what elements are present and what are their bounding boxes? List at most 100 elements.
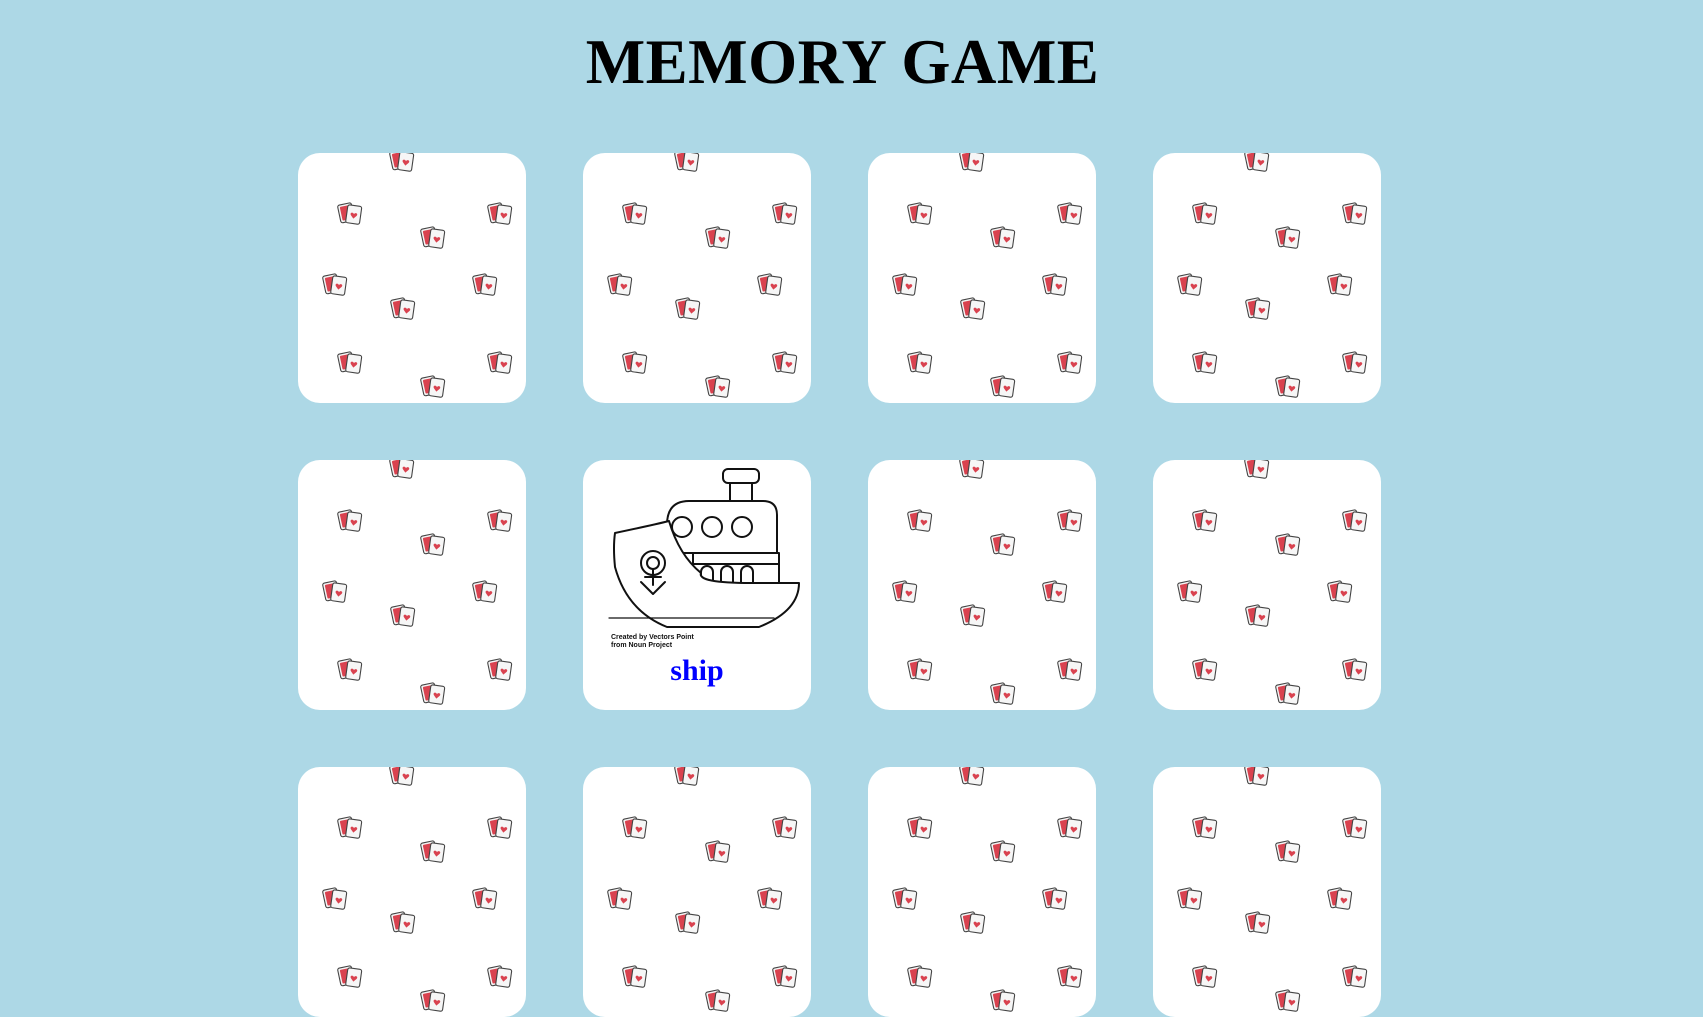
playing-cards-icon <box>471 887 498 910</box>
playing-cards-icon <box>1326 887 1353 910</box>
playing-cards-icon <box>1176 887 1203 910</box>
playing-cards-icon <box>704 375 731 398</box>
playing-cards-icon <box>958 153 985 172</box>
playing-cards-icon <box>1326 580 1353 603</box>
memory-card[interactable] <box>868 767 1096 1017</box>
memory-card[interactable] <box>298 460 526 710</box>
playing-cards-icon <box>486 202 513 225</box>
playing-cards-icon <box>1176 580 1203 603</box>
playing-cards-icon <box>1191 202 1218 225</box>
playing-cards-icon <box>1041 887 1068 910</box>
memory-card[interactable] <box>1153 153 1381 403</box>
playing-cards-icon <box>906 202 933 225</box>
playing-cards-icon <box>756 273 783 296</box>
icon-credit-line-2: from Noun Project <box>611 641 673 649</box>
playing-cards-icon <box>771 816 798 839</box>
playing-cards-icon <box>704 989 731 1012</box>
memory-card[interactable] <box>1153 460 1381 710</box>
memory-card[interactable] <box>583 153 811 403</box>
playing-cards-icon <box>321 580 348 603</box>
playing-cards-icon <box>389 297 416 320</box>
playing-cards-icon <box>989 226 1016 249</box>
playing-cards-icon <box>1326 273 1353 296</box>
playing-cards-icon <box>989 682 1016 705</box>
playing-cards-icon <box>704 226 731 249</box>
playing-cards-icon <box>958 767 985 786</box>
card-back-pattern <box>1176 767 1368 1012</box>
playing-cards-icon <box>1274 226 1301 249</box>
icon-credit: Created by Vectors Point from Noun Projec… <box>611 634 694 649</box>
memory-card[interactable] <box>1153 767 1381 1017</box>
playing-cards-icon <box>336 816 363 839</box>
playing-cards-icon <box>1056 965 1083 988</box>
card-label: ship <box>670 654 724 687</box>
card-back-pattern <box>321 460 513 705</box>
playing-cards-icon <box>471 273 498 296</box>
playing-cards-icon <box>891 887 918 910</box>
memory-card[interactable] <box>583 767 811 1017</box>
playing-cards-icon <box>1191 658 1218 681</box>
playing-cards-icon <box>1274 989 1301 1012</box>
playing-cards-icon <box>1056 509 1083 532</box>
memory-card[interactable] <box>868 460 1096 710</box>
playing-cards-icon <box>486 351 513 374</box>
playing-cards-icon <box>1274 533 1301 556</box>
playing-cards-icon <box>1176 273 1203 296</box>
playing-cards-icon <box>419 989 446 1012</box>
playing-cards-icon <box>906 658 933 681</box>
card-back-pattern <box>321 767 513 1012</box>
playing-cards-icon <box>606 273 633 296</box>
memory-card[interactable] <box>298 153 526 403</box>
playing-cards-icon <box>621 351 648 374</box>
playing-cards-icon <box>486 509 513 532</box>
playing-cards-icon <box>1244 604 1271 627</box>
playing-cards-icon <box>958 460 985 479</box>
playing-cards-icon <box>419 840 446 863</box>
playing-cards-icon <box>1191 816 1218 839</box>
card-back-pattern <box>606 767 798 1012</box>
playing-cards-icon <box>1191 351 1218 374</box>
playing-cards-icon <box>1341 351 1368 374</box>
playing-cards-icon <box>1243 460 1270 479</box>
playing-cards-icon <box>1191 509 1218 532</box>
playing-cards-icon <box>486 965 513 988</box>
playing-cards-icon <box>959 604 986 627</box>
playing-cards-icon <box>1341 816 1368 839</box>
playing-cards-icon <box>906 965 933 988</box>
playing-cards-icon <box>336 351 363 374</box>
playing-cards-icon <box>906 816 933 839</box>
playing-cards-icon <box>1056 351 1083 374</box>
playing-cards-icon <box>673 153 700 172</box>
playing-cards-icon <box>419 226 446 249</box>
playing-cards-icon <box>486 658 513 681</box>
playing-cards-icon <box>1056 658 1083 681</box>
memory-card[interactable]: Created by Vectors Point from Noun Projec… <box>583 460 811 710</box>
playing-cards-icon <box>389 604 416 627</box>
playing-cards-icon <box>336 509 363 532</box>
playing-cards-icon <box>1274 375 1301 398</box>
playing-cards-icon <box>419 533 446 556</box>
playing-cards-icon <box>891 580 918 603</box>
playing-cards-icon <box>989 533 1016 556</box>
playing-cards-icon <box>621 816 648 839</box>
playing-cards-icon <box>336 658 363 681</box>
playing-cards-icon <box>1244 297 1271 320</box>
playing-cards-icon <box>674 911 701 934</box>
playing-cards-icon <box>771 202 798 225</box>
memory-card[interactable] <box>298 767 526 1017</box>
playing-cards-icon <box>388 767 415 786</box>
playing-cards-icon <box>1341 509 1368 532</box>
playing-cards-icon <box>419 682 446 705</box>
playing-cards-icon <box>1041 580 1068 603</box>
playing-cards-icon <box>959 911 986 934</box>
playing-cards-icon <box>336 965 363 988</box>
card-back-pattern <box>1176 153 1368 398</box>
playing-cards-icon <box>1243 767 1270 786</box>
playing-cards-icon <box>891 273 918 296</box>
playing-cards-icon <box>959 297 986 320</box>
memory-card[interactable] <box>868 153 1096 403</box>
card-back-pattern <box>606 153 798 398</box>
playing-cards-icon <box>989 840 1016 863</box>
card-back-pattern <box>321 153 513 398</box>
playing-cards-icon <box>388 460 415 479</box>
